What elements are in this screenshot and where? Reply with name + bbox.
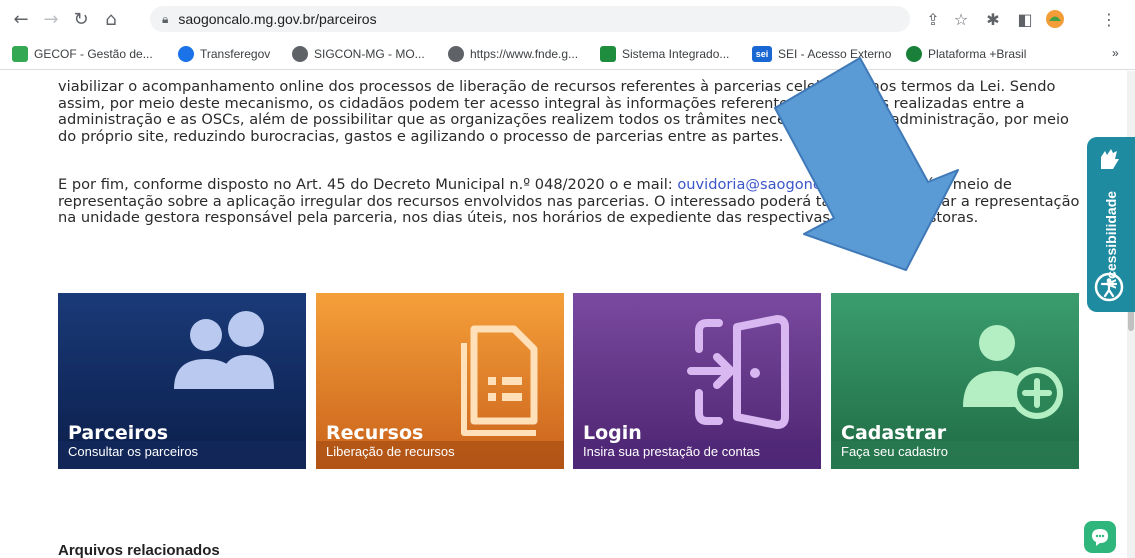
transferegov-icon [178, 46, 194, 62]
card-title: Recursos [326, 422, 424, 444]
card-subtitle: Liberação de recursos [326, 444, 455, 459]
bookmark-label: Sistema Integrado... [622, 47, 730, 61]
bookmark-label: https://www.fnde.g... [470, 47, 579, 61]
chat-icon [1092, 529, 1108, 546]
bookmark-label: SEI - Acesso Externo [778, 47, 892, 61]
brazil-flag-icon [600, 46, 616, 62]
bookmarks-bar: GECOF - Gestão de... Transferegov SIGCON… [0, 38, 1135, 70]
bookmark-sistema-integrado[interactable]: Sistema Integrado... [600, 46, 729, 62]
card-subtitle: Faça seu cadastro [841, 444, 948, 459]
bookmark-gecof[interactable]: GECOF - Gestão de... [12, 46, 153, 62]
bookmark-label: Transferegov [200, 47, 271, 61]
forward-arrow-icon[interactable]: → [40, 8, 62, 30]
card-cadastrar[interactable]: Cadastrar Faça seu cadastro [831, 293, 1079, 469]
users-icon [174, 311, 274, 389]
card-parceiros[interactable]: Parceiros Consultar os parceiros [58, 293, 306, 469]
lock-icon: 🔒︎ [162, 11, 169, 26]
sign-language-icon[interactable] [1095, 145, 1123, 173]
add-user-icon [963, 325, 1063, 419]
bookmark-label: GECOF - Gestão de... [34, 47, 153, 61]
globe-icon [292, 46, 308, 62]
reload-icon[interactable]: ↻ [70, 8, 92, 30]
star-icon[interactable]: ☆ [950, 9, 972, 29]
login-door-icon [687, 315, 789, 429]
address-bar[interactable]: 🔒︎ saogoncalo.mg.gov.br/parceiros [150, 6, 910, 32]
card-subtitle: Insira sua prestação de contas [583, 444, 761, 459]
back-arrow-icon[interactable]: ← [10, 8, 32, 30]
page-content: viabilizar o acompanhamento online dos p… [0, 71, 1135, 558]
more-bookmarks-button[interactable]: » [1112, 46, 1119, 60]
chat-button[interactable] [1084, 521, 1116, 553]
card-title: Parceiros [68, 422, 169, 444]
ouvidoria-email-link[interactable]: ouvidoria@saogoncalo.mg.gov.br [677, 176, 921, 193]
bookmark-sigcon[interactable]: SIGCON-MG - MO... [292, 46, 425, 62]
plataforma-icon [906, 46, 922, 62]
bookmark-sei[interactable]: sei SEI - Acesso Externo [752, 46, 891, 62]
browser-toolbar: ← → ↻ ⌂ 🔒︎ saogoncalo.mg.gov.br/parceiro… [0, 0, 1135, 38]
card-recursos[interactable]: Recursos Liberação de recursos [316, 293, 564, 469]
gecof-icon [12, 46, 28, 62]
document-list-icon [461, 325, 538, 436]
bookmark-label: SIGCON-MG - MO... [314, 47, 425, 61]
home-icon[interactable]: ⌂ [100, 8, 122, 30]
card-subtitle: Consultar os parceiros [68, 444, 199, 459]
extensions-icon[interactable]: ✱ [982, 9, 1004, 29]
card-title: Cadastrar [841, 422, 947, 444]
url-text: saogoncalo.mg.gov.br/parceiros [178, 11, 377, 27]
card-title: Login [583, 422, 642, 444]
bookmark-plataforma[interactable]: Plataforma +Brasil [906, 46, 1026, 62]
profile-avatar[interactable] [1044, 9, 1066, 29]
side-panel-icon[interactable]: ◧ [1014, 9, 1036, 29]
globe-icon [448, 46, 464, 62]
bookmark-label: Plataforma +Brasil [928, 47, 1027, 61]
accessibility-icon[interactable] [1094, 272, 1124, 302]
card-login[interactable]: Login Insira sua prestação de contas [573, 293, 821, 469]
ouvidoria-paragraph: E por fim, conforme disposto no Art. 45 … [58, 176, 1080, 226]
section-title-arquivos: Arquivos relacionados [58, 542, 220, 558]
menu-icon[interactable]: ⋮ [1098, 9, 1120, 29]
intro-paragraph: viabilizar o acompanhamento online dos p… [58, 78, 1069, 145]
bookmark-transferegov[interactable]: Transferegov [178, 46, 270, 62]
bookmark-fnde[interactable]: https://www.fnde.g... [448, 46, 578, 62]
sei-icon: sei [752, 46, 772, 62]
share-icon[interactable]: ⇪ [922, 9, 944, 29]
